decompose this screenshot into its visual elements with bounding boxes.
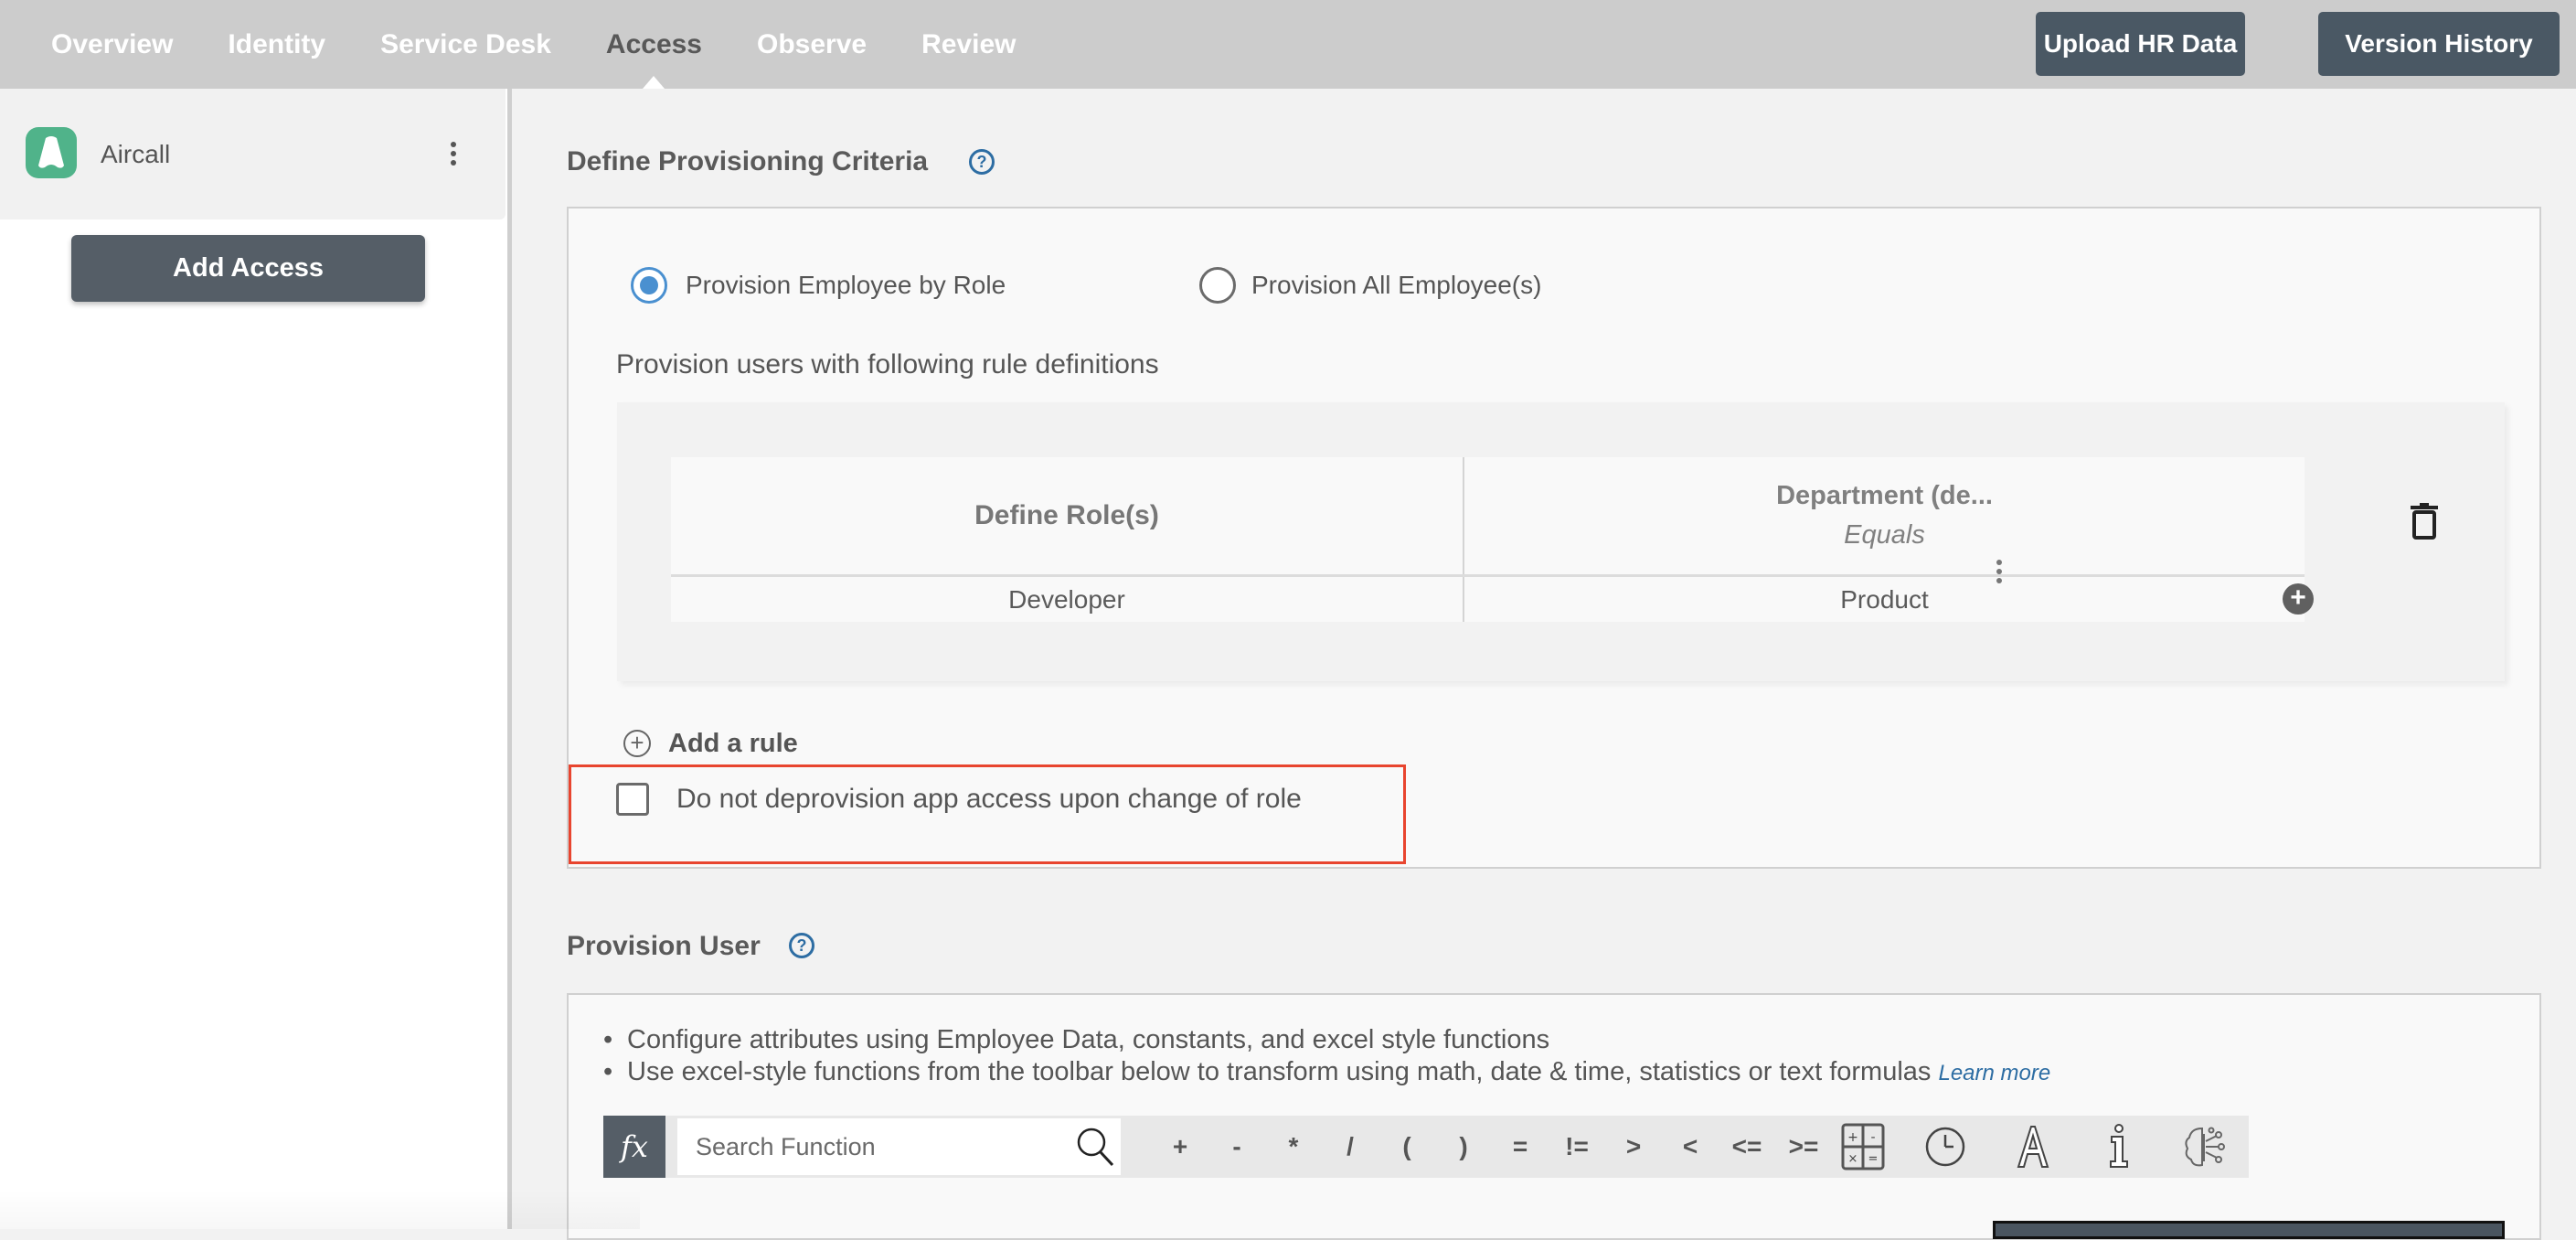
radio-provision-all[interactable] — [1199, 267, 1236, 304]
math-functions-icon[interactable]: + - × = — [1839, 1123, 1887, 1171]
delete-rule-trash-icon[interactable] — [2411, 503, 2438, 540]
operator-greater-equal[interactable]: >= — [1775, 1132, 1832, 1161]
info-icon[interactable] — [2095, 1123, 2143, 1171]
sidebar: Aircall Add Access — [0, 89, 507, 1229]
rule-card: Define Role(s) Department (de... Equals … — [617, 402, 2505, 681]
add-access-button[interactable]: Add Access — [71, 235, 425, 302]
operator-close-paren[interactable]: ) — [1435, 1132, 1492, 1161]
search-function-input[interactable] — [677, 1118, 1121, 1175]
app-name: Aircall — [101, 140, 171, 168]
version-history-button[interactable]: Version History — [2318, 12, 2560, 76]
add-rule-link[interactable]: Add a rule — [668, 729, 798, 759]
radio-provision-by-role-label: Provision Employee by Role — [686, 271, 1006, 299]
radio-provision-all-label: Provision All Employee(s) — [1251, 271, 1542, 299]
column-header-role-label: Define Role(s) — [974, 500, 1159, 530]
instruction-item: Configure attributes using Employee Data… — [603, 1024, 2050, 1056]
operator-open-paren[interactable]: ( — [1378, 1132, 1435, 1161]
text-functions-icon[interactable] — [2009, 1123, 2057, 1171]
tab-identity[interactable]: Identity — [228, 0, 325, 89]
tab-access[interactable]: Access — [606, 0, 702, 89]
bottom-shadow — [0, 1189, 640, 1229]
svg-text:=: = — [1868, 1152, 1879, 1166]
date-time-icon[interactable] — [1921, 1123, 1969, 1171]
table-cell-department[interactable]: Product — [1464, 577, 2305, 622]
tab-review[interactable]: Review — [921, 0, 1016, 89]
tab-observe[interactable]: Observe — [757, 0, 867, 89]
svg-text:+: + — [1847, 1130, 1858, 1145]
rule-table: Define Role(s) Department (de... Equals … — [671, 457, 2305, 622]
table-cell-role[interactable]: Developer — [671, 577, 1463, 622]
app-options-kebab-icon[interactable] — [448, 142, 459, 166]
operator-divide[interactable]: / — [1322, 1132, 1378, 1161]
criteria-title: Define Provisioning Criteria — [567, 146, 929, 176]
fx-icon: fx — [603, 1116, 665, 1178]
operator-plus[interactable]: + — [1152, 1132, 1208, 1161]
main-nav: Overview Identity Service Desk Access Ob… — [51, 0, 1070, 89]
add-rule-plus-icon[interactable]: + — [623, 730, 651, 757]
tab-service-desk[interactable]: Service Desk — [380, 0, 551, 89]
criteria-help-icon[interactable]: ? — [969, 149, 995, 175]
do-not-deprovision-checkbox[interactable] — [616, 783, 649, 816]
column-header-role: Define Role(s) — [671, 457, 1463, 574]
operator-minus[interactable]: - — [1208, 1132, 1265, 1161]
upload-hr-data-button[interactable]: Upload HR Data — [2036, 12, 2245, 76]
column-header-department-operator: Equals — [1844, 520, 1925, 550]
operator-multiply[interactable]: * — [1265, 1132, 1322, 1161]
add-column-plus-icon[interactable]: + — [2283, 583, 2314, 615]
rule-definitions-subheading: Provision users with following rule defi… — [616, 349, 1159, 379]
provision-user-title: Provision User — [567, 931, 761, 961]
do-not-deprovision-label: Do not deprovision app access upon chang… — [676, 784, 1302, 814]
tab-overview[interactable]: Overview — [51, 0, 173, 89]
svg-text:×: × — [1848, 1152, 1858, 1166]
learn-more-link[interactable]: Learn more — [1938, 1061, 2050, 1085]
column-header-department-label: Department (de... — [1776, 481, 1993, 510]
partially-visible-button[interactable] — [1993, 1221, 2505, 1239]
search-icon[interactable] — [1076, 1127, 1114, 1167]
svg-text:-: - — [1870, 1130, 1875, 1145]
function-toolbar: fx + - * / ( ) = != > < <= >= + - × = — [603, 1116, 2249, 1178]
operator-not-equals[interactable]: != — [1549, 1132, 1605, 1161]
provision-user-help-icon[interactable]: ? — [789, 933, 814, 958]
top-navigation-bar: Overview Identity Service Desk Access Ob… — [0, 0, 2576, 89]
column-header-department: Department (de... Equals — [1464, 457, 2305, 574]
instruction-item: Use excel-style functions from the toolb… — [603, 1056, 2050, 1089]
operator-less-equal[interactable]: <= — [1719, 1132, 1775, 1161]
sidebar-divider — [507, 89, 512, 1229]
ai-brain-icon[interactable] — [2180, 1123, 2228, 1171]
aircall-logo-icon — [26, 127, 77, 178]
operator-less[interactable]: < — [1662, 1132, 1719, 1161]
instructions-list: Configure attributes using Employee Data… — [603, 1024, 2050, 1089]
operator-equals[interactable]: = — [1492, 1132, 1549, 1161]
operator-buttons: + - * / ( ) = != > < <= >= — [1152, 1116, 1832, 1178]
operator-greater[interactable]: > — [1605, 1132, 1662, 1161]
radio-provision-by-role[interactable] — [631, 267, 667, 304]
sidebar-app-item[interactable]: Aircall — [0, 89, 506, 219]
